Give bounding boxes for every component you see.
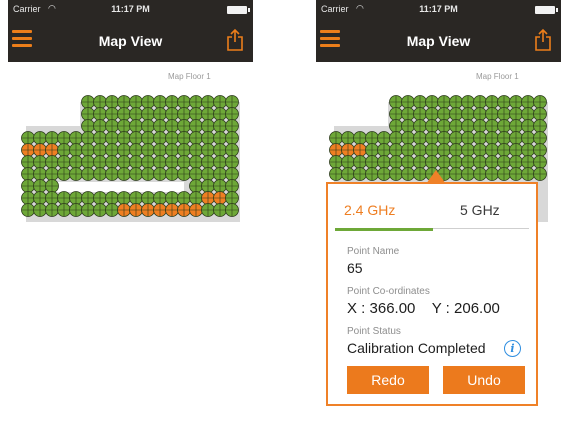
status-time: 11:17 PM [419,4,458,14]
floor-map[interactable] [8,62,253,272]
tab-5-ghz[interactable]: 5 GHz [460,202,500,218]
nav-bar: Map View [8,20,253,62]
status-bar: Carrier ◠ 11:17 PM [8,0,253,20]
active-tab-indicator [335,228,433,231]
tab-divider [433,228,529,229]
undo-button[interactable]: Undo [443,366,525,394]
status-time: 11:17 PM [111,4,150,14]
battery-icon [535,6,558,14]
tab-2-4-ghz[interactable]: 2.4 GHz [344,202,395,218]
point-coordinates-label: Point Co-ordinates [347,286,430,297]
redo-button[interactable]: Redo [347,366,429,394]
point-status-label: Point Status [347,326,401,337]
point-detail-popup: 2.4 GHz 5 GHz Point Name 65 Point Co-ord… [326,170,538,406]
battery-icon [227,6,250,14]
point-status-value: Calibration Completed [347,340,486,356]
popup-pointer [426,170,446,184]
share-icon[interactable] [535,28,551,52]
status-bar: Carrier ◠ 11:17 PM [316,0,561,20]
info-icon[interactable]: i [504,340,521,357]
share-icon[interactable] [227,28,243,52]
nav-bar: Map View [316,20,561,62]
phone-screen-map-detail: Carrier ◠ 11:17 PM Map View Map Floor 1 … [316,0,561,443]
page-title: Map View [406,33,471,49]
point-coordinates-value: X : 366.00 Y : 206.00 [347,300,500,317]
page-title: Map View [98,33,163,49]
point-name-label: Point Name [347,246,400,257]
point-name-value: 65 [347,260,363,276]
phone-screen-map: Carrier ◠ 11:17 PM Map View Map Floor 1 [8,0,253,443]
